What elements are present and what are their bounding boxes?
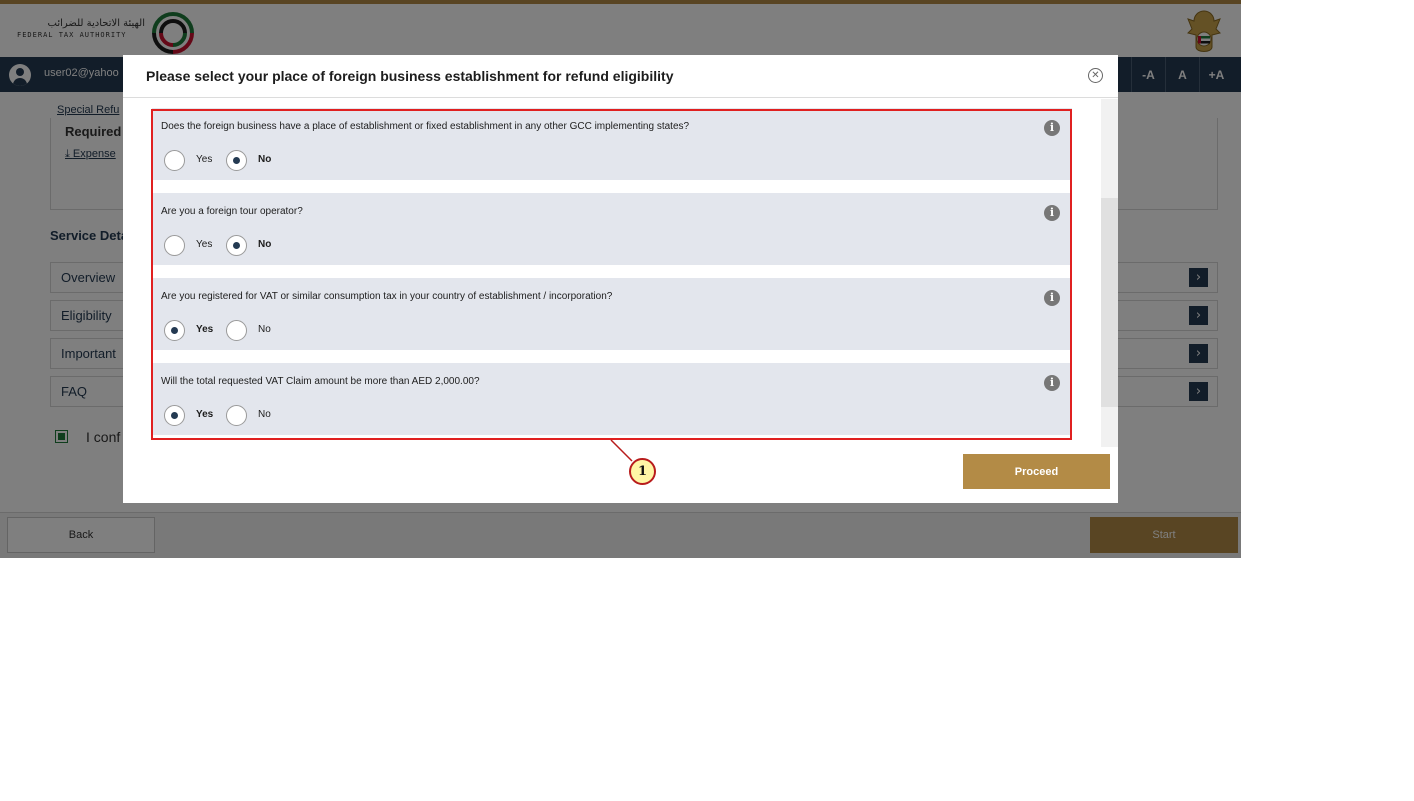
annotation-callout-line — [610, 439, 633, 462]
app-window: الهيئة الاتحادية للضرائب FEDERAL TAX AUT… — [0, 0, 1241, 558]
annotation-badge: 1 — [629, 458, 656, 485]
